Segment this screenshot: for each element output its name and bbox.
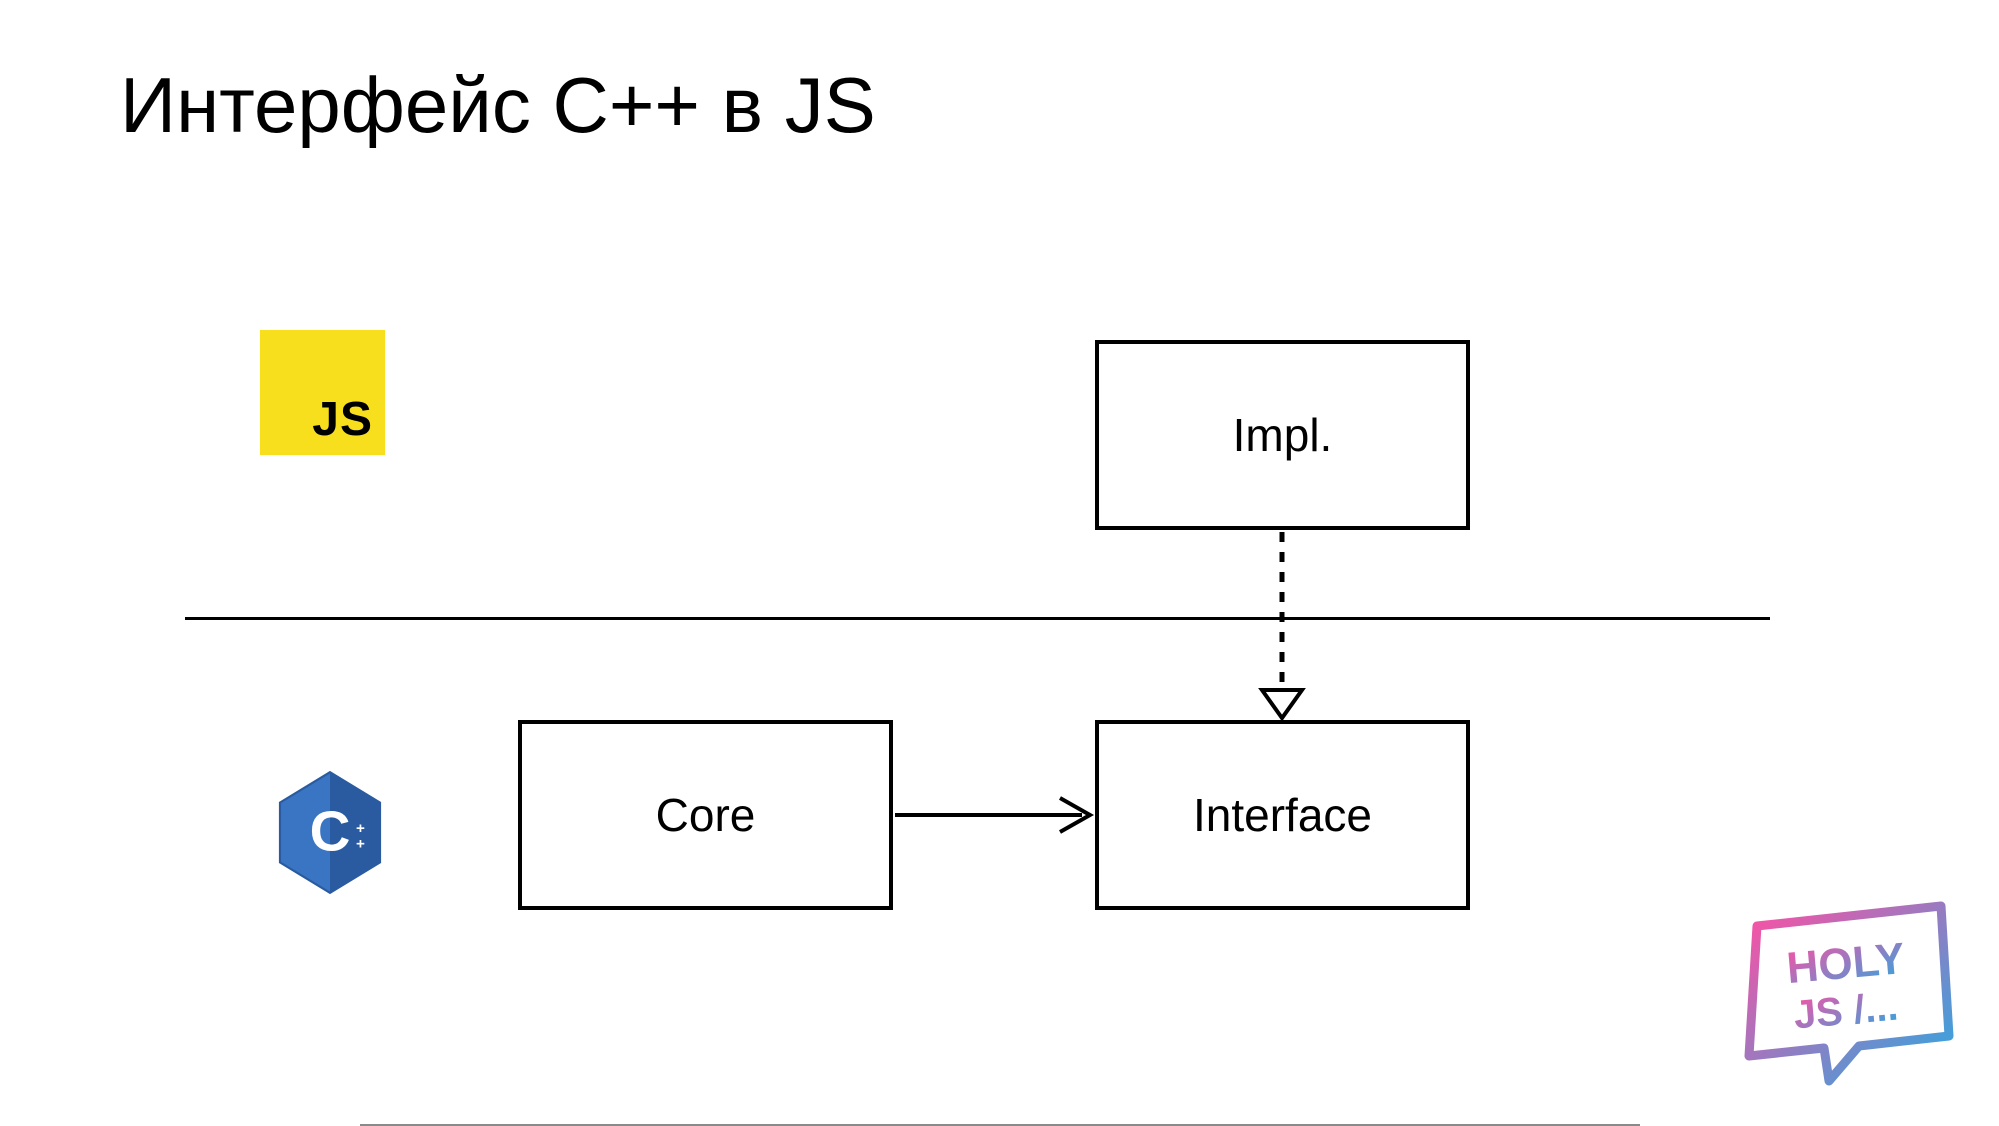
holyjs-logo-icon: HOLY JS /... [1729, 896, 1959, 1096]
node-core: Core [518, 720, 893, 910]
node-core-label: Core [656, 788, 756, 842]
cpp-logo-icon: C + + [275, 770, 385, 895]
node-interface: Interface [1095, 720, 1470, 910]
holyjs-line1: HOLY [1785, 934, 1907, 993]
js-logo-icon: JS [260, 330, 385, 455]
diagram-arrows [0, 0, 1999, 1126]
node-impl-label: Impl. [1233, 408, 1333, 462]
layer-divider [185, 617, 1770, 620]
node-impl: Impl. [1095, 340, 1470, 530]
cpp-letter: C [310, 799, 351, 862]
holyjs-line2: JS /... [1792, 985, 1900, 1038]
cpp-plus-bottom: + [356, 835, 365, 852]
slide-title: Интерфейс C++ в JS [120, 60, 876, 151]
node-interface-label: Interface [1193, 788, 1372, 842]
js-logo-label: JS [312, 392, 373, 447]
